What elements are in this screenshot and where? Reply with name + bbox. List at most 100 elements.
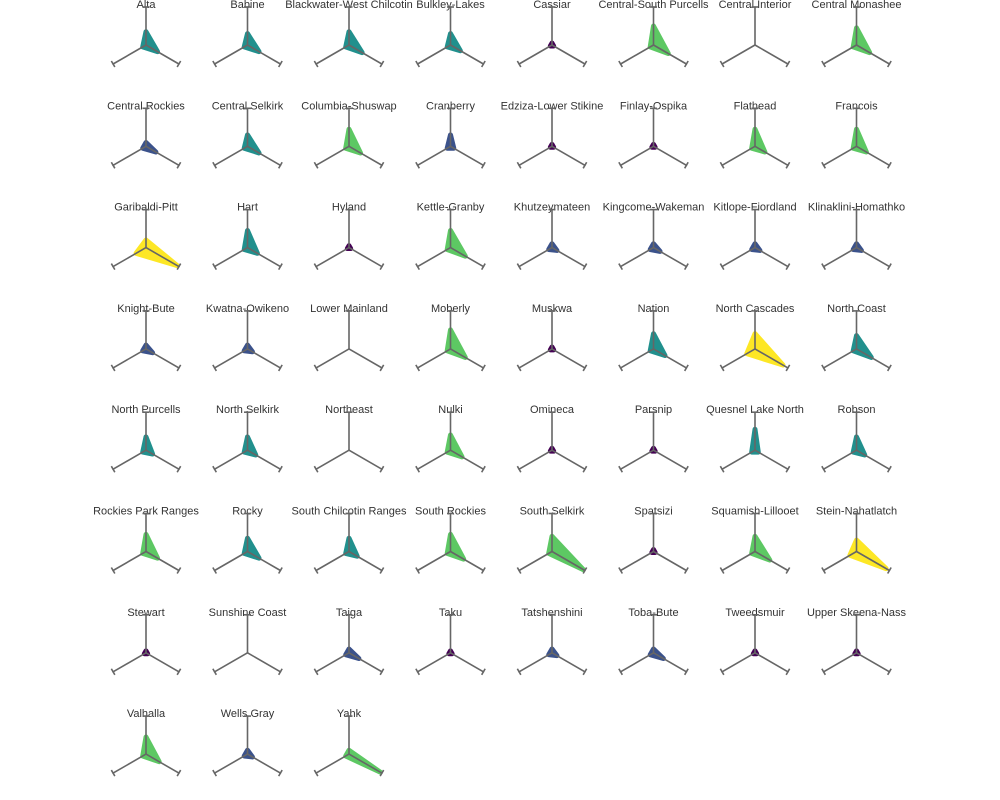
radar-panel: Rockies Park Ranges <box>93 506 199 574</box>
radar-axis <box>855 348 891 369</box>
radar-axis <box>348 44 383 65</box>
radar-panel: Omineca <box>516 404 588 473</box>
radar-panel: Central Interior <box>719 0 792 68</box>
radar-panel: Finlay-Ospika <box>618 100 689 169</box>
radar-axis <box>855 145 891 167</box>
radar-small-multiples-chart: Alta Babine Blackwater-West Chilcotin Bulkl… <box>93 0 907 777</box>
radar-panel: Khutzeymateen <box>514 202 590 271</box>
radar-panel: Hart <box>212 202 283 271</box>
radar-axis <box>315 44 350 65</box>
radar-axis <box>551 348 586 369</box>
radar-axis <box>416 44 452 65</box>
radar-panel: Tatshenshini <box>516 607 588 676</box>
radar-panel: Parsnip <box>618 404 689 473</box>
radar-panel: Cassiar <box>516 0 588 68</box>
radar-area <box>241 535 262 561</box>
radar-panel: Flathead <box>719 100 791 169</box>
radar-axis <box>145 753 180 774</box>
radar-axis <box>449 348 485 369</box>
radar-panel: Alta <box>110 0 182 68</box>
radar-axis <box>449 449 485 471</box>
radar-axis <box>822 449 858 471</box>
radar-panel: Lower Mainland <box>310 303 388 372</box>
radar-axis <box>449 246 485 268</box>
radar-axis <box>449 44 485 65</box>
radar-axis <box>518 449 553 471</box>
radar-axis <box>315 651 350 673</box>
radar-axis <box>315 348 350 369</box>
radar-axis <box>822 44 858 65</box>
radar-panel: South Rockies <box>415 506 486 574</box>
radar-axis <box>855 44 891 65</box>
radar-panel: Stewart <box>110 607 182 676</box>
radar-panel: Kingcome-Wakeman <box>603 202 704 271</box>
radar-axis <box>112 44 147 65</box>
radar-panel: Kwatna-Owikeno <box>206 303 289 372</box>
radar-axis <box>754 44 789 65</box>
radar-panel: North Coast <box>821 303 892 372</box>
radar-axis <box>619 145 655 167</box>
radar-axis <box>213 246 249 268</box>
radar-axis <box>348 145 383 167</box>
radar-axis <box>213 348 249 369</box>
radar-panel: Sunshine Coast <box>209 607 286 676</box>
radar-axis <box>315 449 350 471</box>
radar-axis <box>112 145 147 167</box>
radar-panel: Taku <box>415 607 486 676</box>
radar-panel: Tweedsmuir <box>719 607 791 676</box>
radar-axis <box>246 348 282 369</box>
radar-axis <box>145 449 180 471</box>
radar-area <box>744 331 786 368</box>
radar-axis <box>518 550 553 572</box>
radar-area <box>647 331 668 359</box>
radar-panel: Rocky <box>212 506 283 574</box>
radar-panel: Edziza-Lower Stikine <box>501 100 603 169</box>
radar-axis <box>348 550 383 572</box>
radar-axis <box>518 145 553 167</box>
radar-axis <box>145 145 180 167</box>
radar-axis <box>619 449 655 471</box>
radar-panel: Toba-Bute <box>618 607 689 676</box>
radar-axis <box>416 145 452 167</box>
radar-axis <box>416 246 452 268</box>
radar-axis <box>348 348 383 369</box>
radar-axis <box>112 550 147 572</box>
radar-panel: Robson <box>821 404 892 473</box>
radar-axis <box>652 246 688 268</box>
radar-panel: Knight-Bute <box>110 303 182 372</box>
radar-area <box>140 29 161 55</box>
radar-axis <box>315 550 350 572</box>
radar-axis <box>145 550 180 572</box>
radar-area <box>241 31 262 55</box>
radar-area <box>444 31 463 54</box>
radar-panel: Francois <box>821 100 892 169</box>
radar-axis <box>449 651 485 673</box>
radar-axis <box>518 246 553 268</box>
radar-axis <box>551 449 586 471</box>
radar-axis <box>619 44 655 65</box>
radar-axis <box>551 44 586 65</box>
radar-panel: Central Rockies <box>107 100 185 169</box>
radar-panel: Nation <box>618 303 689 372</box>
radar-axis <box>721 651 756 673</box>
radar-axis <box>449 550 485 572</box>
radar-axis <box>822 651 858 673</box>
radar-panel: North Cascades <box>716 303 795 372</box>
radar-area <box>850 25 873 56</box>
radar-axis <box>652 550 688 572</box>
radar-axis <box>551 651 586 673</box>
radar-axis <box>652 449 688 471</box>
radar-axis <box>822 246 858 268</box>
radar-panel: Columbia-Shuswap <box>301 100 397 169</box>
radar-axis <box>721 145 756 167</box>
radar-axis <box>348 246 383 268</box>
radar-axis <box>721 246 756 268</box>
radar-axis <box>315 145 350 167</box>
radar-panel: Kettle-Granby <box>415 202 486 271</box>
radar-axis <box>855 651 891 673</box>
radar-axis <box>551 145 586 167</box>
radar-axis <box>855 246 891 268</box>
radar-axis <box>246 44 282 65</box>
radar-axis <box>619 348 655 369</box>
radar-axis <box>416 651 452 673</box>
